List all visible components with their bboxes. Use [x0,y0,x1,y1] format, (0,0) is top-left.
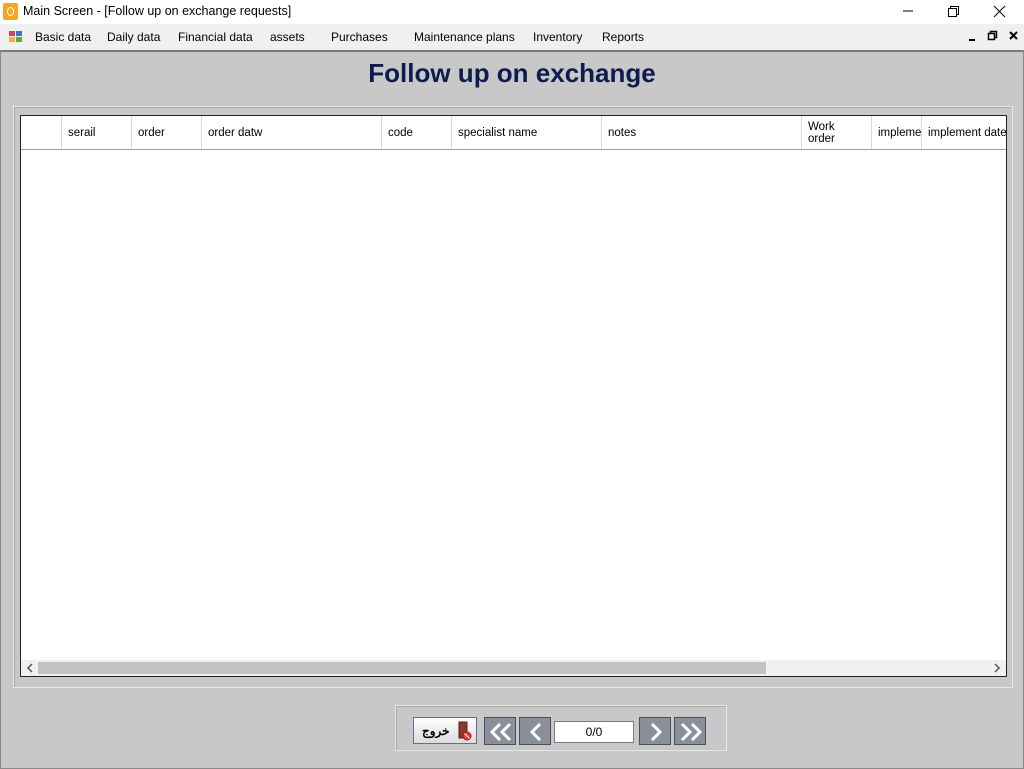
exit-door-icon [458,721,472,741]
grid-header: serail order order datw code specialist … [21,116,1006,150]
column-header-order-date[interactable]: order datw [202,116,382,149]
window-title: Main Screen - [Follow up on exchange req… [23,4,292,18]
child-close-icon[interactable] [1008,29,1020,43]
chevron-right-icon [650,722,663,742]
exchange-requests-grid[interactable]: serail order order datw code specialist … [20,115,1007,677]
scrollbar-thumb[interactable] [38,662,766,674]
menu-purchases[interactable]: Purchases [331,30,388,44]
column-header-implementer[interactable]: implemer [872,116,922,149]
app-icon [3,3,18,20]
menu-assets[interactable]: assets [270,30,305,44]
grid-panel: serail order order datw code specialist … [13,106,1013,688]
form-system-menu-icon[interactable] [9,30,23,44]
minimize-icon [903,10,913,12]
exit-button[interactable]: خروج [413,717,477,744]
scroll-left-icon[interactable] [24,663,36,673]
row-header-corner[interactable] [21,116,62,149]
column-header-code[interactable]: code [382,116,452,149]
previous-record-button[interactable] [519,717,551,745]
menu-maintenance-plans[interactable]: Maintenance plans [414,30,515,44]
column-header-implement-date[interactable]: implement date [922,116,1006,149]
first-record-button[interactable] [484,717,516,745]
form-title: Follow up on exchange [368,58,656,88]
menu-financial-data[interactable]: Financial data [178,30,253,44]
record-position-field[interactable]: 0/0 [554,721,634,743]
column-header-specialist-name[interactable]: specialist name [452,116,602,149]
menu-bar: Basic data Daily data Financial data ass… [0,24,1024,50]
mdi-child-form: Follow up on exchange serail order order… [0,50,1024,769]
horizontal-scrollbar[interactable] [21,660,1006,676]
menu-reports[interactable]: Reports [602,30,644,44]
column-header-work-order[interactable]: Work order [802,116,872,149]
column-header-order[interactable]: order [132,116,202,149]
exit-button-label: خروج [422,724,450,738]
close-icon [993,5,1006,18]
restore-icon [948,6,959,17]
close-button[interactable] [976,0,1022,24]
navigation-panel: خروج 0/0 [395,705,727,751]
scroll-right-icon[interactable] [991,663,1003,673]
next-record-button[interactable] [639,717,671,745]
double-chevron-right-icon [680,722,703,742]
child-minimize-icon[interactable] [967,29,979,43]
menu-daily-data[interactable]: Daily data [107,30,160,44]
double-chevron-left-icon [489,722,512,742]
menu-inventory[interactable]: Inventory [533,30,582,44]
window-titlebar: Main Screen - [Follow up on exchange req… [0,0,1024,24]
column-header-serail[interactable]: serail [62,116,132,149]
column-header-notes[interactable]: notes [602,116,802,149]
menu-basic-data[interactable]: Basic data [35,30,91,44]
chevron-left-icon [529,722,542,742]
child-restore-icon[interactable] [987,29,999,43]
minimize-button[interactable] [885,0,931,24]
restore-button[interactable] [930,0,976,24]
last-record-button[interactable] [674,717,706,745]
